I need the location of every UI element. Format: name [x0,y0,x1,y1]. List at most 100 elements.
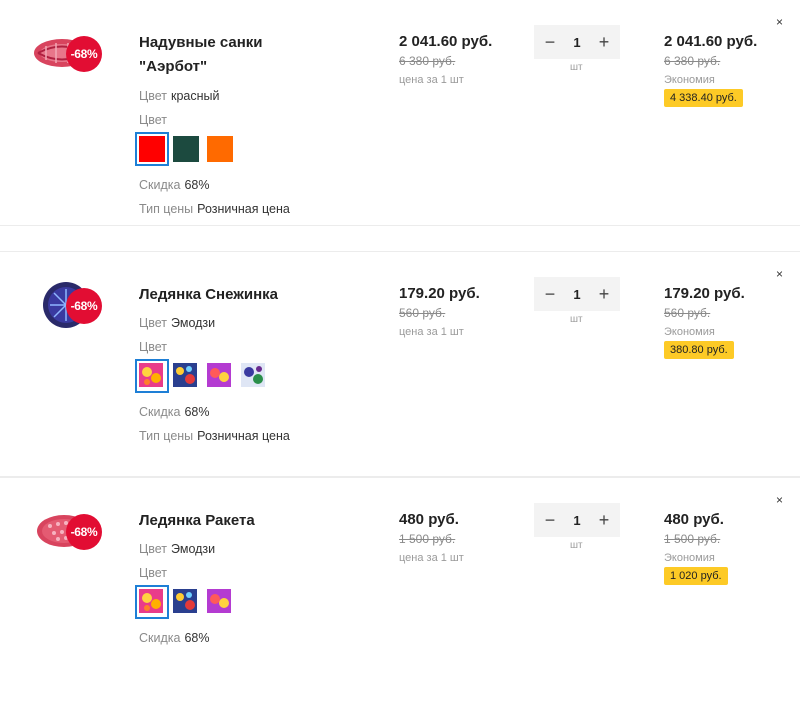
price-type-property: Тип цены Розничная цена [139,202,290,216]
remove-item-button[interactable]: × [776,267,783,281]
swatch-orange[interactable] [207,136,233,162]
product-image[interactable]: -68% [32,506,104,556]
color-choice-label-text: Цвет [139,566,168,580]
total-old-price: 1 500 руб. [664,532,721,546]
color-value: Эмодзи [171,542,216,556]
discount-property: Скидка 68% [139,178,210,192]
savings-label: Экономия [664,326,715,338]
quantity-stepper: − 1 + [534,25,620,59]
emoji-pattern-icon [207,363,231,387]
decrease-button[interactable]: − [542,284,558,305]
cart-item: -68% Ледянка Ракета Цвет Эмодзи Цвет Скид… [0,477,800,703]
savings-label: Экономия [664,74,715,86]
total-price: 2 041.60 руб. [664,33,758,50]
savings-badge: 4 338.40 руб. [664,89,743,107]
emoji-pattern-icon [173,363,197,387]
product-image[interactable]: -68% [32,28,104,78]
decrease-button[interactable]: − [542,32,558,53]
color-value: Эмодзи [171,316,216,330]
color-choice-label: Цвет [139,113,171,127]
discount-badge: -68% [66,288,102,324]
discount-label: Скидка [139,405,181,419]
product-name[interactable]: Надувные санки "Аэрбот" [139,31,319,79]
increase-button[interactable]: + [596,32,612,53]
swatch-emoji-1[interactable] [135,585,169,619]
emoji-pattern-icon [173,589,197,613]
discount-property: Скидка 68% [139,631,210,645]
quantity-value[interactable]: 1 [573,35,580,50]
price-type-label: Тип цены [139,202,194,216]
old-price: 560 руб. [399,306,446,320]
remove-item-button[interactable]: × [776,493,783,507]
discount-value: 68% [184,405,210,419]
unit-price: 179.20 руб. [399,285,480,302]
emoji-pattern-icon [139,589,163,613]
swatch-emoji-4[interactable] [241,363,267,389]
product-name[interactable]: Ледянка Ракета [139,509,319,533]
quantity-unit: шт [570,540,583,551]
color-swatches [135,132,233,166]
discount-label: Скидка [139,178,181,192]
discount-value: 68% [184,178,210,192]
increase-button[interactable]: + [596,284,612,305]
total-price: 179.20 руб. [664,285,745,302]
swatch-emoji-3[interactable] [207,363,233,389]
color-property: Цвет Эмодзи [139,542,215,556]
price-type-value: Розничная цена [197,429,290,443]
old-price: 6 380 руб. [399,54,456,68]
color-property: Цвет Эмодзи [139,316,215,330]
swatch-emoji-2[interactable] [173,363,199,389]
color-choice-label: Цвет [139,566,171,580]
swatch-dark-green[interactable] [173,136,199,162]
swatch-emoji-2[interactable] [173,589,199,615]
savings-badge: 1 020 руб. [664,567,728,585]
total-old-price: 560 руб. [664,306,711,320]
emoji-pattern-icon [241,363,265,387]
decrease-button[interactable]: − [542,510,558,531]
color-value: красный [171,89,220,103]
color-label: Цвет [139,542,168,556]
quantity-value[interactable]: 1 [573,513,580,528]
discount-value: 68% [184,631,210,645]
savings-label: Экономия [664,552,715,564]
per-unit-note: цена за 1 шт [399,74,464,86]
color-choice-label-text: Цвет [139,113,168,127]
discount-badge: -68% [66,514,102,550]
unit-price: 480 руб. [399,511,459,528]
per-unit-note: цена за 1 шт [399,552,464,564]
quantity-stepper: − 1 + [534,503,620,537]
swatch-emoji-1[interactable] [135,359,169,393]
color-label: Цвет [139,316,168,330]
quantity-value[interactable]: 1 [573,287,580,302]
emoji-pattern-icon [139,363,163,387]
swatch-red[interactable] [135,132,169,166]
unit-price: 2 041.60 руб. [399,33,493,50]
product-image[interactable]: -68% [32,280,104,330]
quantity-stepper: − 1 + [534,277,620,311]
discount-property: Скидка 68% [139,405,210,419]
increase-button[interactable]: + [596,510,612,531]
cart-item: -68% Надувные санки "Аэрбот" Цвет красный… [0,0,800,226]
discount-badge: -68% [66,36,102,72]
color-swatches [135,359,267,393]
emoji-pattern-icon [207,589,231,613]
color-choice-label: Цвет [139,340,171,354]
quantity-unit: шт [570,314,583,325]
quantity-unit: шт [570,62,583,73]
swatch-emoji-3[interactable] [207,589,233,615]
total-old-price: 6 380 руб. [664,54,721,68]
color-label: Цвет [139,89,168,103]
discount-label: Скидка [139,631,181,645]
savings-badge: 380.80 руб. [664,341,734,359]
price-type-value: Розничная цена [197,202,290,216]
price-type-property: Тип цены Розничная цена [139,429,290,443]
product-name[interactable]: Ледянка Снежинка [139,283,319,307]
per-unit-note: цена за 1 шт [399,326,464,338]
color-choice-label-text: Цвет [139,340,168,354]
total-price: 480 руб. [664,511,724,528]
color-swatches [135,585,233,619]
color-property: Цвет красный [139,89,220,103]
remove-item-button[interactable]: × [776,15,783,29]
cart-item: -68% Ледянка Снежинка Цвет Эмодзи Цвет С… [0,251,800,477]
price-type-label: Тип цены [139,429,194,443]
